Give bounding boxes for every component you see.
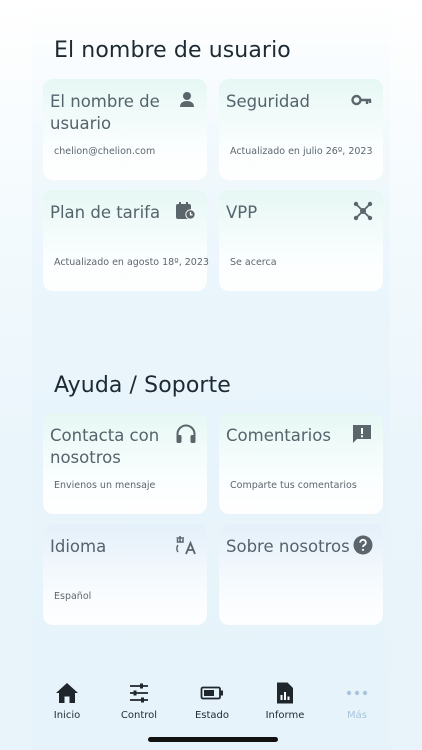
battery-icon [200, 681, 224, 705]
card-feedback[interactable]: Comentarios Comparte tus comentarios [219, 413, 383, 514]
translate-icon [175, 535, 197, 555]
card-about[interactable]: Sobre nosotros [219, 524, 383, 625]
bottom-navigation: Inicio Control Estado Informe Más [0, 676, 422, 728]
nav-label: Más [347, 710, 367, 721]
nav-label: Control [120, 710, 158, 721]
card-rate-plan[interactable]: Plan de tarifa Actualizado en agosto 18º… [43, 190, 209, 291]
feedback-icon [351, 424, 373, 444]
card-language[interactable]: Idioma Español [43, 524, 207, 625]
card-contact[interactable]: Contacta con nosotros Envienos un mensaj… [43, 413, 207, 514]
card-title: Seguridad [226, 92, 310, 111]
card-title: Plan de tarifa [50, 203, 161, 222]
card-subtitle: Se acerca [230, 257, 277, 268]
card-title: Comentarios [226, 426, 331, 445]
help-icon [353, 535, 373, 555]
home-icon [55, 681, 79, 705]
nav-item-report[interactable]: Informe [250, 676, 320, 721]
calendar-clock-icon [175, 201, 197, 221]
key-icon [351, 90, 373, 110]
sliders-icon [127, 681, 151, 705]
nav-label: Estado [194, 710, 230, 721]
report-icon [273, 681, 297, 705]
card-subtitle: Español [54, 591, 92, 602]
card-subtitle: Envienos un mensaje [54, 480, 156, 491]
more-icon [345, 681, 369, 705]
card-title: Idioma [50, 537, 107, 556]
card-subtitle: Actualizado en julio 26º, 2023 [230, 146, 373, 157]
card-username[interactable]: El nombre de usuario chelion@chelion.com [43, 79, 207, 180]
nav-label: Inicio [53, 710, 81, 721]
card-title: El nombre de usuario [50, 92, 160, 133]
nav-label: Informe [265, 710, 305, 721]
section-title-help: Ayuda / Soporte [54, 373, 231, 398]
card-subtitle: Comparte tus comentarios [230, 480, 357, 491]
nav-item-control[interactable]: Control [104, 676, 174, 721]
card-title: VPP [226, 203, 258, 222]
card-subtitle: chelion@chelion.com [54, 146, 156, 157]
card-vpp[interactable]: VPP Se acerca [219, 190, 383, 291]
card-title: Contacta con nosotros [50, 426, 160, 467]
network-icon [353, 201, 373, 221]
home-indicator [148, 737, 278, 742]
section-title-account: El nombre de usuario [54, 38, 291, 63]
nav-item-home[interactable]: Inicio [32, 676, 102, 721]
card-subtitle: Actualizado en agosto 18º, 2023 [54, 257, 209, 268]
nav-item-status[interactable]: Estado [177, 676, 247, 721]
nav-item-more[interactable]: Más [322, 676, 392, 721]
headphones-icon [175, 424, 197, 444]
card-security[interactable]: Seguridad Actualizado en julio 26º, 2023 [219, 79, 383, 180]
user-icon [177, 90, 197, 110]
card-title: Sobre nosotros [226, 537, 350, 556]
